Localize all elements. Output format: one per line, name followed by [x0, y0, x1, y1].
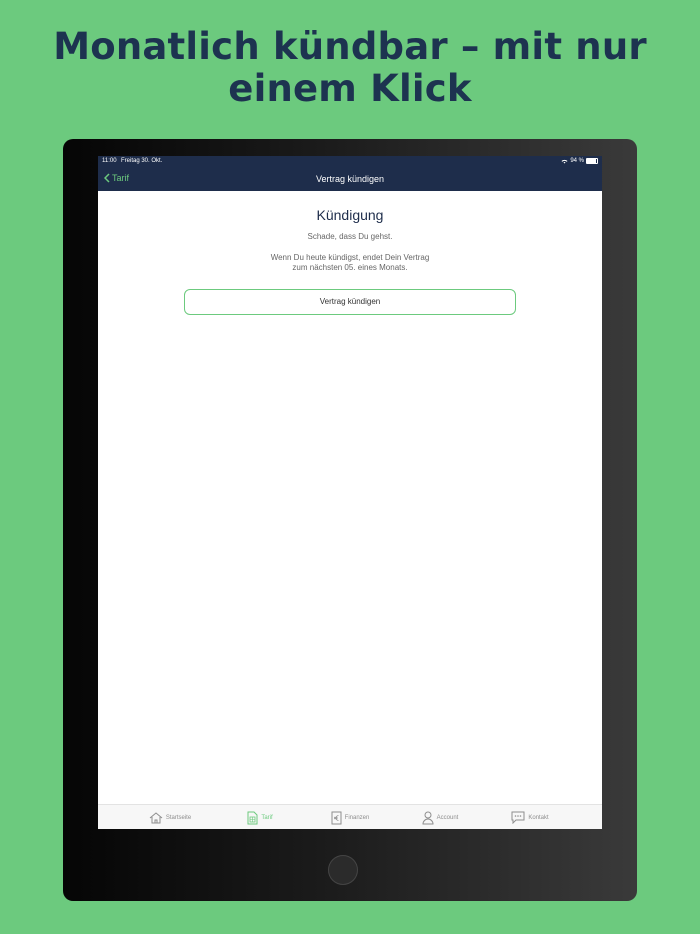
- headline-line-2: einem Klick: [228, 67, 472, 110]
- sim-card-icon: [247, 811, 258, 824]
- tab-label: Startseite: [165, 814, 192, 821]
- cancel-contract-button[interactable]: Vertrag kündigen: [184, 289, 516, 315]
- page-subtitle: Schade, dass Du gehst.: [307, 232, 393, 241]
- battery-percent: 94 %: [570, 158, 584, 164]
- cancellation-info: Wenn Du heute kündigst, endet Dein Vertr…: [98, 253, 602, 273]
- tab-account[interactable]: Account: [395, 805, 485, 829]
- headline: Monatlich kündbar – mit nur einem Klick: [0, 26, 700, 110]
- nav-title: Vertrag kündigen: [315, 174, 385, 184]
- status-indicators: 94 %: [561, 158, 598, 164]
- home-icon: [149, 811, 163, 823]
- tab-finanzen[interactable]: Finanzen: [305, 805, 395, 829]
- battery-icon: [586, 158, 598, 164]
- tab-startseite[interactable]: Startseite: [125, 805, 215, 829]
- tab-label: Account: [436, 814, 459, 821]
- user-icon: [422, 811, 434, 824]
- info-line-1: Wenn Du heute kündigst, endet Dein Vertr…: [270, 253, 430, 262]
- tab-label: Kontakt: [528, 814, 549, 821]
- chat-icon: [511, 811, 525, 824]
- tab-kontakt[interactable]: Kontakt: [485, 805, 575, 829]
- wifi-icon: [561, 159, 568, 163]
- tab-label: Finanzen: [344, 814, 370, 821]
- status-time: 11:00: [102, 158, 117, 164]
- home-button: [328, 855, 358, 885]
- info-line-2: zum nächsten 05. eines Monats.: [292, 263, 408, 272]
- app-screen: 11:00 Freitag 30. Okt. 94 % Tarif Vertra…: [98, 156, 602, 829]
- status-date: Freitag 30. Okt.: [121, 158, 163, 164]
- navigation-bar: Tarif Vertrag kündigen: [98, 168, 602, 191]
- status-bar: 11:00 Freitag 30. Okt. 94 %: [98, 156, 602, 168]
- headline-line-1: Monatlich kündbar – mit nur: [53, 25, 647, 68]
- tab-bar: Startseite Tarif Finanzen Account Kontak…: [98, 804, 602, 829]
- tab-tarif[interactable]: Tarif: [215, 805, 305, 829]
- euro-icon: [331, 811, 342, 824]
- tab-label: Tarif: [261, 814, 273, 821]
- page-title: Kündigung: [316, 207, 384, 223]
